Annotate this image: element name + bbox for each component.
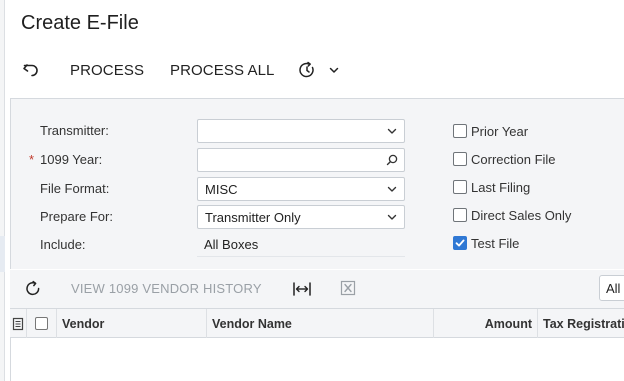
test-file-checkbox[interactable]: Test File xyxy=(453,234,519,252)
year-selector[interactable] xyxy=(197,148,405,172)
files-column-header[interactable] xyxy=(10,309,27,338)
prior-year-checkbox[interactable]: Prior Year xyxy=(453,122,528,140)
schedule-button[interactable] xyxy=(298,52,316,88)
correction-file-label: Correction File xyxy=(471,151,556,167)
left-nav-active-marker xyxy=(0,236,5,272)
fit-columns-icon xyxy=(293,282,311,296)
select-all-checkbox[interactable] xyxy=(35,317,48,330)
file-format-value: MISC xyxy=(205,181,238,197)
file-attachment-icon xyxy=(12,317,24,330)
test-file-label: Test File xyxy=(471,235,520,251)
transmitter-select[interactable] xyxy=(197,119,405,143)
checkbox-box[interactable] xyxy=(453,124,467,138)
column-header-vendor[interactable]: Vendor xyxy=(57,309,207,338)
include-value: All Boxes xyxy=(197,233,405,257)
direct-sales-only-checkbox[interactable]: Direct Sales Only xyxy=(453,206,571,224)
file-format-select[interactable]: MISC xyxy=(197,177,405,201)
search-icon xyxy=(386,154,398,166)
grid-body xyxy=(10,338,624,381)
chevron-down-icon xyxy=(387,128,397,134)
file-format-label: File Format: xyxy=(40,181,110,196)
checkbox-box[interactable] xyxy=(453,208,467,222)
grid-header: Vendor Vendor Name Amount Tax Registrati xyxy=(10,308,624,338)
export-excel-button[interactable] xyxy=(340,280,356,296)
process-button[interactable]: PROCESS xyxy=(70,52,144,88)
prepare-for-label: Prepare For: xyxy=(40,209,113,224)
column-header-amount[interactable]: Amount xyxy=(434,309,538,338)
last-filing-label: Last Filing xyxy=(471,179,531,195)
export-excel-icon xyxy=(340,280,356,296)
year-label: 1099 Year: xyxy=(40,152,103,167)
undo-button[interactable] xyxy=(22,52,46,88)
direct-sales-only-label: Direct Sales Only xyxy=(471,207,572,223)
chevron-down-icon xyxy=(387,186,397,192)
fit-columns-button[interactable] xyxy=(292,280,312,298)
filter-form-panel: Transmitter: * 1099 Year: File Format: M… xyxy=(10,98,624,269)
chevron-down-icon xyxy=(387,214,397,220)
refresh-button[interactable] xyxy=(24,280,42,298)
page-title: Create E-File xyxy=(21,12,139,34)
prepare-for-select[interactable]: Transmitter Only xyxy=(197,205,405,229)
select-all-header[interactable] xyxy=(27,309,57,338)
refresh-icon xyxy=(26,280,40,296)
checkbox-box[interactable] xyxy=(453,180,467,194)
required-marker: * xyxy=(29,152,35,167)
chevron-down-icon xyxy=(329,67,339,73)
grid-toolbar: VIEW 1099 VENDOR HISTORY All xyxy=(10,270,624,308)
schedule-menu-button[interactable] xyxy=(328,52,340,88)
checkmark-icon xyxy=(455,239,465,247)
include-label: Include: xyxy=(40,237,86,252)
checkbox-box-checked[interactable] xyxy=(453,236,467,250)
checkbox-box[interactable] xyxy=(453,152,467,166)
correction-file-checkbox[interactable]: Correction File xyxy=(453,150,556,168)
view-vendor-history-button[interactable]: VIEW 1099 VENDOR HISTORY xyxy=(71,281,262,296)
process-all-button[interactable]: PROCESS ALL xyxy=(170,52,274,88)
last-filing-checkbox[interactable]: Last Filing xyxy=(453,178,530,196)
left-nav-strip xyxy=(0,0,5,381)
undo-icon xyxy=(23,64,38,77)
prepare-for-value: Transmitter Only xyxy=(205,209,301,225)
column-header-tax-registration[interactable]: Tax Registrati xyxy=(538,309,624,338)
schedule-icon xyxy=(299,61,314,78)
transmitter-label: Transmitter: xyxy=(40,123,109,138)
main-toolbar: PROCESS PROCESS ALL xyxy=(10,52,624,88)
column-header-vendor-name[interactable]: Vendor Name xyxy=(207,309,434,338)
filter-select[interactable]: All xyxy=(599,275,624,301)
prior-year-label: Prior Year xyxy=(471,123,529,139)
